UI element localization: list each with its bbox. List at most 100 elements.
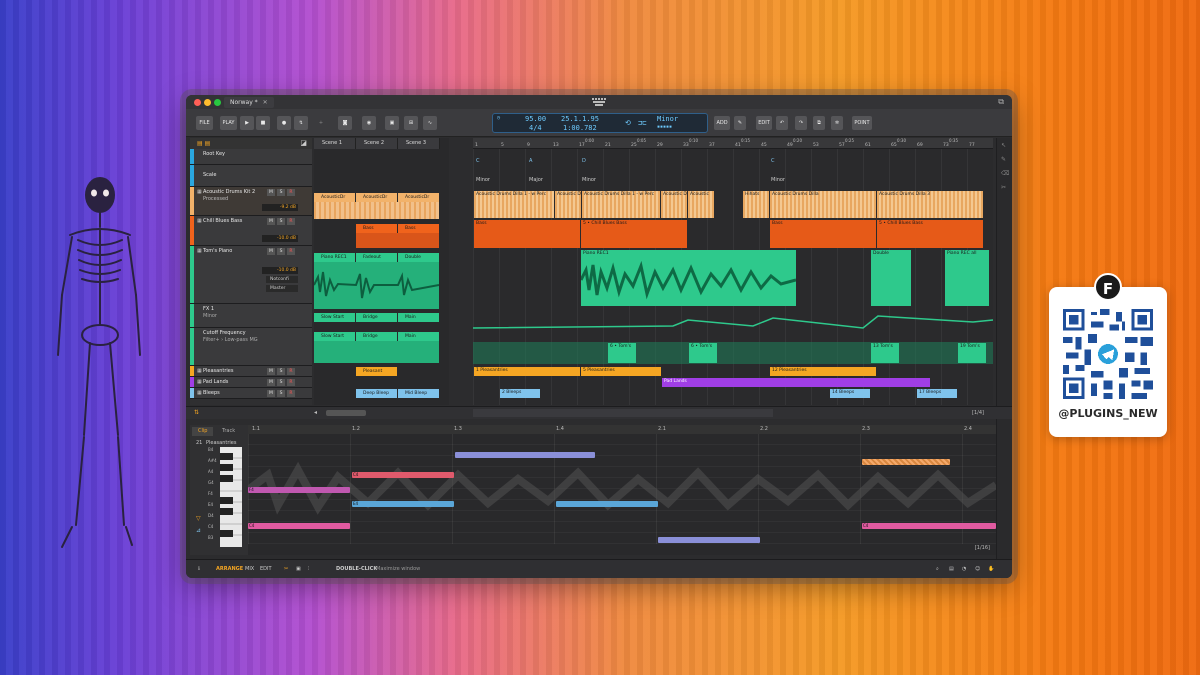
edit-view-button[interactable]: EDIT xyxy=(260,566,272,572)
solo-button[interactable]: S xyxy=(277,379,285,386)
eraser-icon[interactable]: ⌫ xyxy=(1001,170,1009,177)
arranger-clip-cutoff[interactable]: 6 • Tom's xyxy=(689,343,717,363)
tools-icon[interactable]: ✂ xyxy=(284,566,288,572)
mute-button[interactable]: M xyxy=(267,189,275,196)
add-track-button[interactable]: + xyxy=(316,116,326,130)
launcher-clip[interactable]: Slow Start xyxy=(314,313,355,322)
browser-icon[interactable]: ▤ xyxy=(949,566,954,572)
launcher-clip[interactable]: AcousticDr xyxy=(356,193,397,202)
mute-button[interactable]: M xyxy=(267,390,275,397)
midi-icon[interactable]: ▽ xyxy=(196,515,201,522)
mute-button[interactable]: M xyxy=(267,218,275,225)
add-menu-button[interactable]: ADD xyxy=(714,116,730,130)
piano-roll[interactable]: 1.1 1.2 1.3 1.4 2.1 2.2 2.3 2.4 C4 F4 E4… xyxy=(248,425,996,555)
minimize-window-button[interactable] xyxy=(204,99,211,106)
track-scale[interactable]: Scale xyxy=(190,165,312,187)
track-pleasantries[interactable]: ▦ Pleasantries M S R xyxy=(190,366,312,377)
arranger-clip-bleeps[interactable]: 14 Bleeps xyxy=(830,389,870,398)
arranger-clip-bleeps[interactable]: 2 Bleeps xyxy=(500,389,540,398)
arranger-clip-drums[interactable]: Acoustic D xyxy=(555,191,581,218)
note[interactable]: C4 xyxy=(862,523,996,529)
launcher-clip[interactable]: Bass xyxy=(356,224,397,233)
time-display[interactable]: 1:00.782 xyxy=(563,124,597,132)
scene-header[interactable]: Scene 2 xyxy=(356,138,398,149)
point-mode-button[interactable]: POINT xyxy=(852,116,872,130)
root-key-marker[interactable]: A xyxy=(529,158,532,164)
launcher-clip[interactable]: AcousticDr xyxy=(398,193,439,202)
undo-button[interactable]: ↶ xyxy=(776,116,788,130)
edit-menu-button[interactable]: EDIT xyxy=(756,116,772,130)
note[interactable] xyxy=(556,501,658,507)
arranger-clip-piano[interactable]: Double xyxy=(871,250,911,306)
copy-button[interactable]: ⧉ xyxy=(813,116,825,130)
knife-icon[interactable]: ✂ xyxy=(1001,184,1006,191)
timeline-ruler[interactable]: 1591317212529333741454953576165697377810… xyxy=(473,138,993,149)
arranger-clip-pleasantries[interactable]: 1 Pleasantries xyxy=(474,367,580,376)
panel-icon[interactable]: ▣ xyxy=(296,566,301,572)
close-window-button[interactable] xyxy=(194,99,201,106)
settings-button[interactable]: ✲ xyxy=(831,116,843,130)
arranger-clip-pad[interactable]: Pad Lands xyxy=(662,378,930,387)
cursor-icon[interactable]: ↖ xyxy=(1001,142,1006,149)
launcher-clip[interactable]: Pleasant xyxy=(356,367,397,376)
track-root-key[interactable]: Root Key xyxy=(190,149,312,165)
launcher-clip[interactable]: Bass xyxy=(398,224,439,233)
document-tab[interactable]: Norway * ✕ xyxy=(224,97,274,108)
launcher-clip[interactable]: Double xyxy=(398,253,439,262)
arm-button[interactable]: R xyxy=(287,368,295,375)
piano-keyboard[interactable] xyxy=(220,447,242,547)
solo-button[interactable]: S xyxy=(277,189,285,196)
search-icon[interactable]: ⌕ xyxy=(936,566,939,572)
volume-field[interactable]: -10.0 dB xyxy=(262,235,298,242)
solo-button[interactable]: S xyxy=(277,368,285,375)
output-select[interactable]: Master xyxy=(266,285,298,292)
restore-icon[interactable]: ⧉ xyxy=(998,97,1004,107)
position-display[interactable]: 25.1.1.95 xyxy=(561,115,599,123)
arranger-clip-bass[interactable]: 5 • Chill Blues Bass xyxy=(877,220,983,248)
note[interactable]: E4 xyxy=(352,501,454,507)
play-button[interactable]: ▶ xyxy=(240,116,254,130)
track-pad-lands[interactable]: ▦ Pad Lands M S R xyxy=(190,377,312,388)
tab-track[interactable]: Track xyxy=(216,427,241,436)
note[interactable]: C4 xyxy=(248,523,350,529)
launcher-scrollbar[interactable] xyxy=(326,410,366,416)
layout-button-2[interactable]: ⊞ xyxy=(404,116,418,130)
pencil-tool-button[interactable]: ✎ xyxy=(734,116,746,130)
arranger-clip-bass[interactable]: 5 • Chill Blues Bass xyxy=(581,220,687,248)
input-select[interactable]: Notconfi xyxy=(266,276,298,283)
arranger-overview-scrollbar[interactable] xyxy=(473,409,773,417)
arranger-clip-piano[interactable]: Piano REC1 xyxy=(581,250,796,306)
arranger-clip-bass[interactable]: Bass xyxy=(474,220,580,248)
launcher-clip[interactable]: AcousticDr xyxy=(314,193,355,202)
scale-marker[interactable]: Minor xyxy=(582,177,596,183)
arm-button[interactable]: R xyxy=(287,248,295,255)
file-menu-button[interactable]: FILE xyxy=(196,116,213,130)
arranger-clip-drums[interactable]: Hihats xyxy=(743,191,769,218)
arranger-timeline[interactable]: 1591317212529333741454953576165697377810… xyxy=(473,138,993,405)
fold-icon[interactable]: ⊿ xyxy=(196,527,201,534)
mute-button[interactable]: M xyxy=(267,248,275,255)
arranger-clip-cutoff[interactable]: 6 • Tom's xyxy=(608,343,636,363)
note[interactable] xyxy=(455,452,595,458)
launcher-clip[interactable]: Deep Bleep xyxy=(356,389,397,398)
arranger-clip-bleeps[interactable]: 17 Bleeps xyxy=(917,389,957,398)
track-chill-blues-bass[interactable]: ▦ Chill Blues Bass M S R -10.0 dB xyxy=(190,216,312,246)
automation-write-button[interactable]: ↯ xyxy=(294,116,308,130)
tab-close-icon[interactable]: ✕ xyxy=(263,99,268,106)
mute-button[interactable]: M xyxy=(267,368,275,375)
stop-button[interactable]: ■ xyxy=(256,116,270,130)
clip-name[interactable]: Pleasantries xyxy=(206,440,236,446)
launcher-clip[interactable]: Piano REC1 xyxy=(314,253,355,262)
launcher-clip[interactable]: Mid Bleep xyxy=(398,389,439,398)
arranger-clip-cutoff[interactable]: 13 Tom's xyxy=(871,343,899,363)
arranger-clip-pleasantries[interactable]: 5 Pleasantries xyxy=(581,367,661,376)
track-list-icon[interactable]: ▤ ▤ xyxy=(197,140,210,147)
arm-button[interactable]: R xyxy=(287,379,295,386)
pencil-icon[interactable]: ✎ xyxy=(1001,156,1006,163)
arranger-clip-bass[interactable]: Bass xyxy=(770,220,876,248)
arm-button[interactable]: R xyxy=(287,218,295,225)
arranger-clip-drums[interactable]: Acoustic D xyxy=(661,191,687,218)
qr-card[interactable]: F @PLUGINS_NEW xyxy=(1049,273,1167,437)
time-signature[interactable]: 4/4 xyxy=(529,124,542,132)
launcher-clip[interactable]: Slow Start xyxy=(314,332,355,341)
